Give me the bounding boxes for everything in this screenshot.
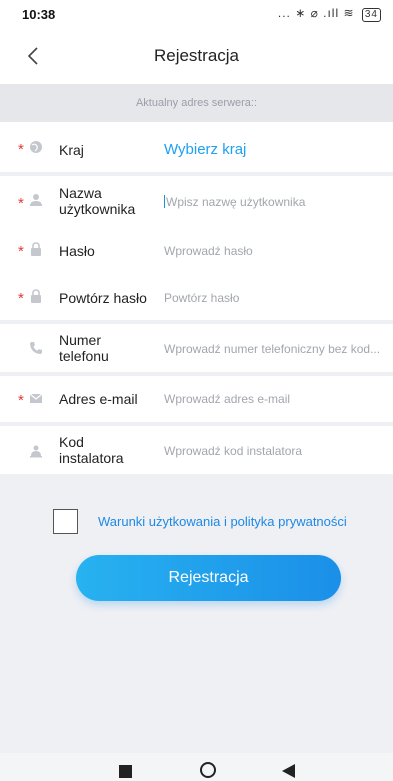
country-label: Kraj: [59, 142, 84, 158]
email-block: * Adres e-mail Wprowadź adres e-mail: [0, 376, 393, 422]
status-icons: ... ∗ ⌀ .ıll ≋ 34: [278, 6, 381, 22]
username-label-line2: użytkownika: [59, 201, 136, 217]
password-label: Hasło: [59, 243, 95, 259]
required-marker: *: [18, 290, 24, 307]
phone-label-line1: Numer: [59, 332, 102, 348]
lock-icon: [31, 242, 41, 256]
register-button[interactable]: Rejestracja: [76, 555, 341, 601]
phone-block: Numer telefonu Wprowadź numer telefonicz…: [0, 324, 393, 372]
required-marker: *: [18, 141, 24, 158]
user-icon: [30, 194, 42, 206]
installer-row: Kod instalatora Wprowadź kod instalatora: [0, 426, 393, 474]
installer-block: Kod instalatora Wprowadź kod instalatora: [0, 426, 393, 474]
navigation-bar: [0, 753, 393, 781]
country-block: * Kraj Wybierz kraj: [0, 122, 393, 172]
phone-row: Numer telefonu Wprowadź numer telefonicz…: [0, 324, 393, 372]
email-row: * Adres e-mail Wprowadź adres e-mail: [0, 376, 393, 422]
phone-label-line2: telefonu: [59, 348, 109, 364]
password-repeat-input[interactable]: Powtórz hasło: [164, 291, 239, 305]
password-repeat-label: Powtórz hasło: [59, 290, 147, 306]
email-input[interactable]: Wprowadź adres e-mail: [164, 392, 290, 406]
password-repeat-row: * Powtórz hasło Powtórz hasło: [0, 274, 393, 320]
lock-icon: [31, 289, 41, 303]
globe-icon: [30, 141, 42, 153]
country-select[interactable]: Wybierz kraj: [164, 141, 246, 158]
status-time: 10:38: [22, 7, 56, 22]
required-marker: *: [18, 195, 24, 212]
battery-icon: 34: [361, 8, 381, 22]
terms-link[interactable]: Warunki użytkowania i polityka prywatnoś…: [98, 514, 347, 529]
username-label-line1: Nazwa: [59, 185, 102, 201]
terms-checkbox[interactable]: [53, 509, 78, 534]
username-row: * Nazwa użytkownika Wpisz nazwę użytkown…: [0, 176, 393, 228]
home-icon[interactable]: [199, 761, 217, 779]
recent-apps-icon[interactable]: [119, 765, 132, 778]
installer-label-line2: instalatora: [59, 450, 124, 466]
password-input[interactable]: Wprowadź hasło: [164, 244, 253, 258]
text-cursor: [164, 195, 165, 208]
top-bar: Rejestracja: [0, 28, 393, 84]
installer-icon: [30, 445, 42, 458]
status-indicator-icons: ... ∗ ⌀ .ıll ≋: [277, 6, 355, 20]
email-label: Adres e-mail: [59, 391, 138, 407]
installer-label-line1: Kod: [59, 434, 84, 450]
required-marker: *: [18, 392, 24, 409]
required-marker: *: [18, 243, 24, 260]
page-title: Rejestracja: [153, 46, 240, 65]
status-bar: 10:38 ... ∗ ⌀ .ıll ≋ 34: [0, 0, 393, 28]
username-input[interactable]: Wpisz nazwę użytkownika: [164, 195, 374, 209]
phone-input[interactable]: Wprowadź numer telefoniczny bez kod...: [164, 342, 388, 356]
envelope-icon: [29, 393, 43, 403]
installer-input[interactable]: Wprowadź kod instalatora: [164, 444, 302, 458]
phone-icon: [30, 342, 42, 354]
back-nav-icon[interactable]: [282, 764, 295, 778]
country-row[interactable]: * Kraj Wybierz kraj: [0, 122, 393, 172]
credentials-block: * Nazwa użytkownika Wpisz nazwę użytkown…: [0, 176, 393, 320]
password-row: * Hasło Wprowadź hasło: [0, 228, 393, 274]
username-placeholder: Wpisz nazwę użytkownika: [166, 195, 306, 209]
server-address-row: Aktualny adres serwera::: [0, 84, 393, 122]
